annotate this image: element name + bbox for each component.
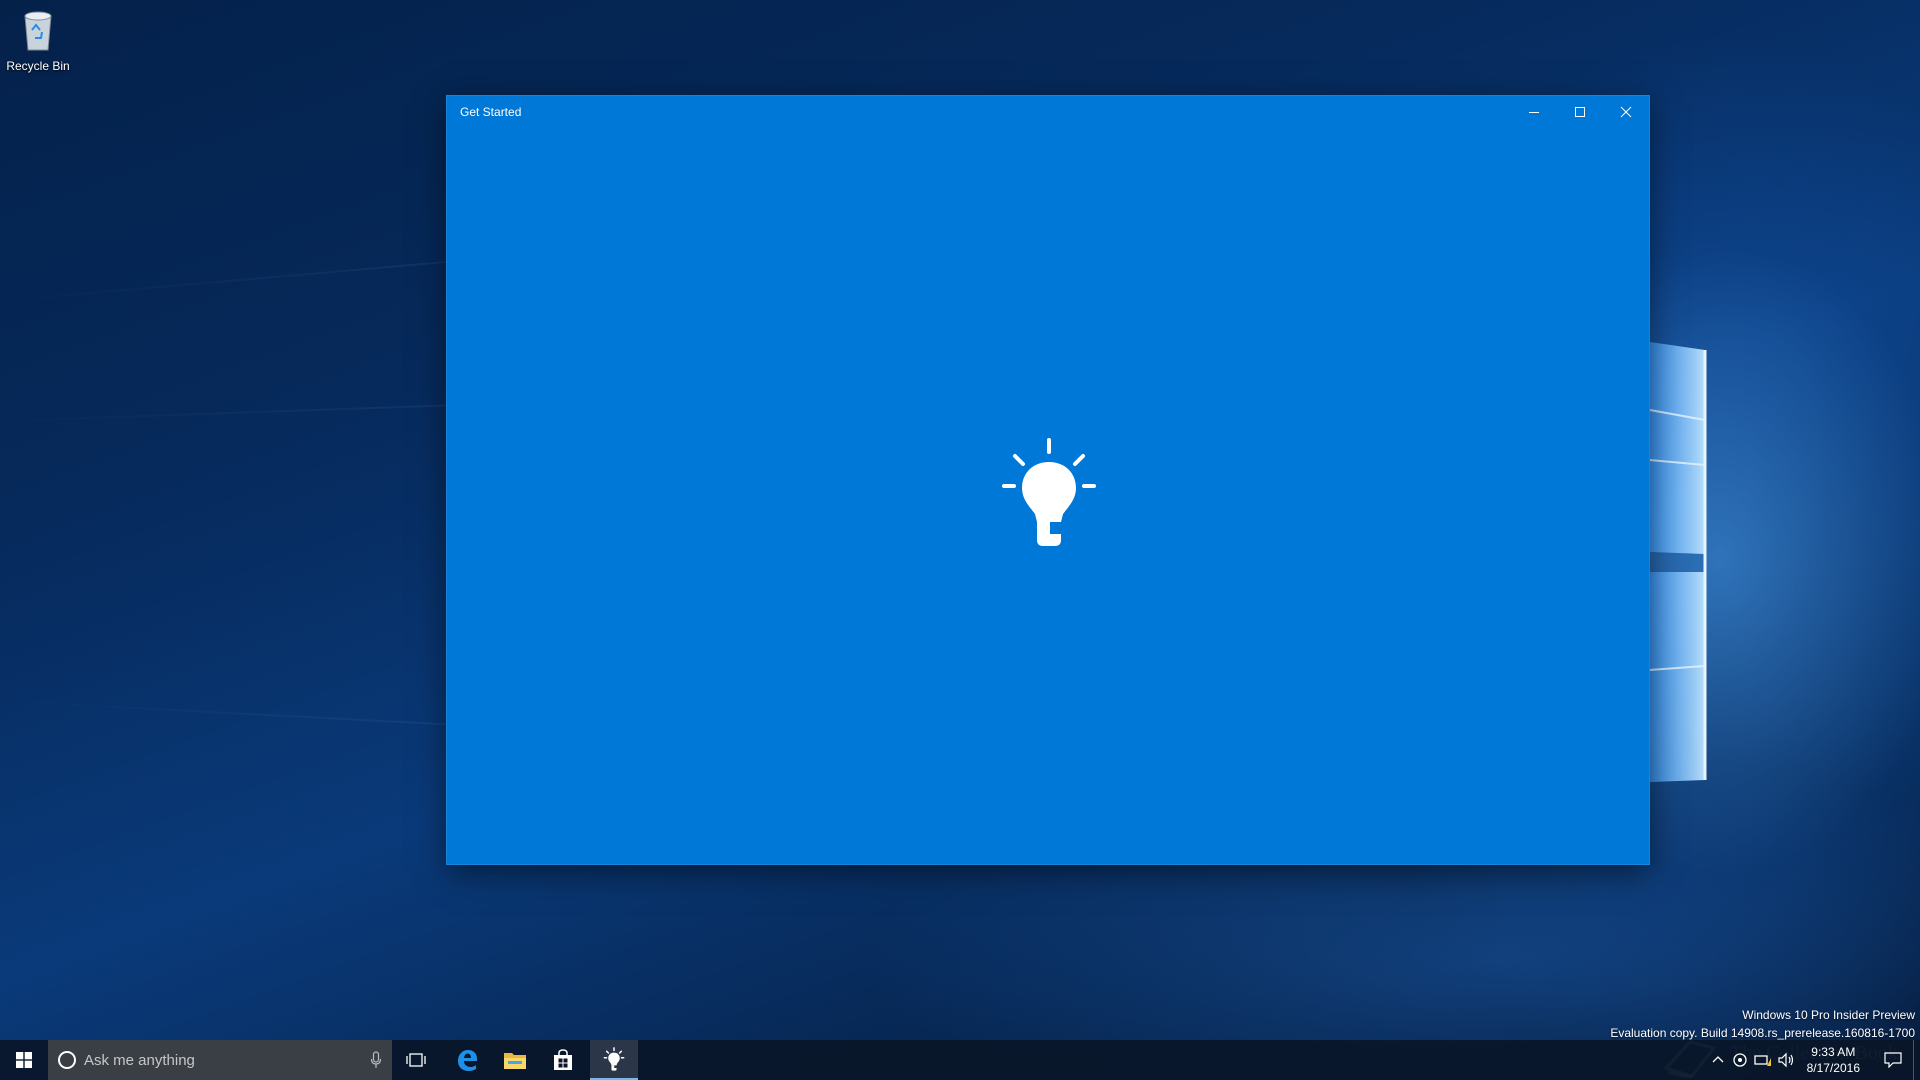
taskbar-store[interactable] [539, 1040, 587, 1080]
desktop-icon-label: Recycle Bin [6, 59, 70, 73]
os-build-watermark: Windows 10 Pro Insider Preview Evaluatio… [1610, 1006, 1915, 1042]
start-button[interactable] [0, 1040, 48, 1080]
microphone-icon[interactable] [370, 1051, 382, 1069]
window-title: Get Started [460, 105, 522, 119]
desktop-icon-recycle-bin[interactable]: Recycle Bin [4, 8, 72, 78]
sync-icon[interactable] [1732, 1052, 1748, 1068]
folder-icon [504, 1053, 526, 1069]
lightbulb-icon [1002, 438, 1096, 546]
maximize-button[interactable] [1557, 96, 1603, 128]
cortana-icon [58, 1051, 76, 1069]
windows-start-icon [16, 1052, 32, 1068]
cortana-search-box[interactable] [48, 1040, 392, 1080]
store-icon [554, 1049, 572, 1070]
close-button[interactable] [1603, 96, 1649, 128]
title-bar[interactable]: Get Started [447, 96, 1649, 128]
taskbar-clock[interactable]: 9:33 AM 8/17/2016 [1807, 1044, 1860, 1076]
taskbar-get-started[interactable] [590, 1040, 638, 1080]
desktop-background: Recycle Bin Get Started Windows 10 Pro I… [0, 0, 1920, 1080]
edge-icon [458, 1050, 477, 1071]
minimize-button[interactable] [1511, 96, 1557, 128]
taskbar-file-explorer[interactable] [491, 1040, 539, 1080]
watermark-line1: Windows 10 Pro Insider Preview [1742, 1008, 1915, 1022]
network-icon[interactable] [1754, 1052, 1772, 1068]
get-started-window[interactable]: Get Started [447, 96, 1649, 864]
taskbar-edge[interactable] [443, 1040, 491, 1080]
maximize-icon [1575, 107, 1585, 117]
recycle-bin-icon [24, 11, 52, 51]
action-center-icon[interactable] [1884, 1052, 1902, 1068]
system-tray: 9:33 AM 8/17/2016 [1660, 1040, 1920, 1080]
windows-logo-wallpaper [1649, 342, 1707, 782]
lightbulb-icon [603, 1047, 625, 1071]
close-icon [1620, 106, 1632, 118]
task-view-icon [406, 1053, 426, 1067]
clock-date: 8/17/2016 [1806, 1061, 1860, 1075]
taskbar: 9:33 AM 8/17/2016 [0, 1040, 1920, 1080]
show-desktop-button[interactable] [1913, 1040, 1920, 1080]
clock-time: 9:33 AM [1811, 1045, 1856, 1059]
search-input[interactable] [84, 1040, 344, 1080]
minimize-icon [1529, 112, 1539, 113]
task-view-button[interactable] [392, 1040, 440, 1080]
chevron-up-icon[interactable] [1712, 1052, 1724, 1068]
volume-icon[interactable] [1778, 1052, 1796, 1068]
